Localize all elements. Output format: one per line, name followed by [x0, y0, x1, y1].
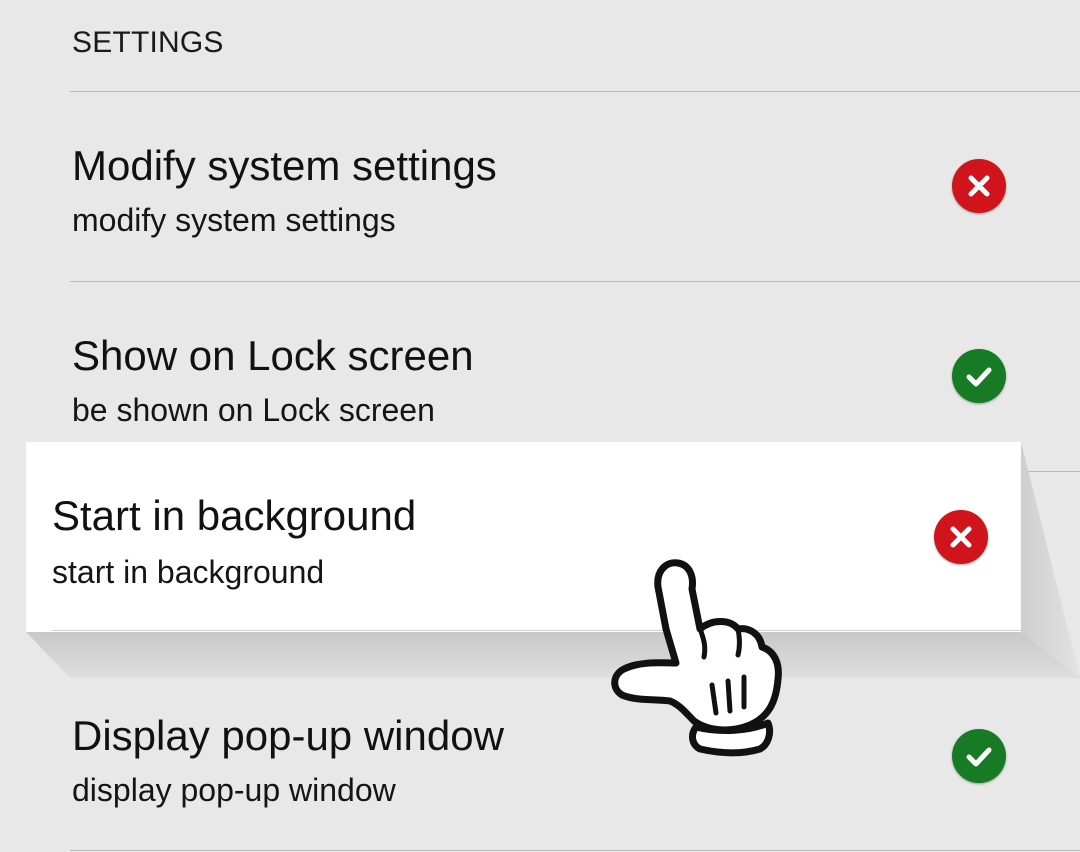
permission-title: Display pop-up window [72, 712, 504, 759]
divider [70, 850, 1080, 851]
settings-screen: SETTINGS Modify system settings modify s… [0, 0, 1080, 852]
permission-row-display-pop-up-window[interactable]: Display pop-up window display pop-up win… [0, 662, 1080, 852]
tapping-hand-icon [611, 559, 782, 757]
permission-subtitle: modify system settings [72, 202, 396, 238]
section-header: SETTINGS [72, 26, 224, 59]
permission-title: Modify system settings [72, 142, 497, 189]
permission-subtitle: start in background [52, 554, 325, 590]
permission-row-start-in-background[interactable]: Start in background start in background [26, 442, 1021, 632]
permission-title: Show on Lock screen [72, 332, 474, 379]
permission-subtitle: be shown on Lock screen [72, 392, 435, 428]
denied-x-icon[interactable] [934, 510, 988, 564]
denied-x-icon[interactable] [952, 159, 1006, 213]
permission-row-modify-system-settings[interactable]: Modify system settings modify system set… [0, 92, 1080, 282]
permission-title: Start in background [52, 492, 417, 539]
allowed-check-icon[interactable] [952, 729, 1006, 783]
allowed-check-icon[interactable] [952, 349, 1006, 403]
permission-subtitle: display pop-up window [72, 772, 396, 808]
divider [52, 630, 1021, 631]
